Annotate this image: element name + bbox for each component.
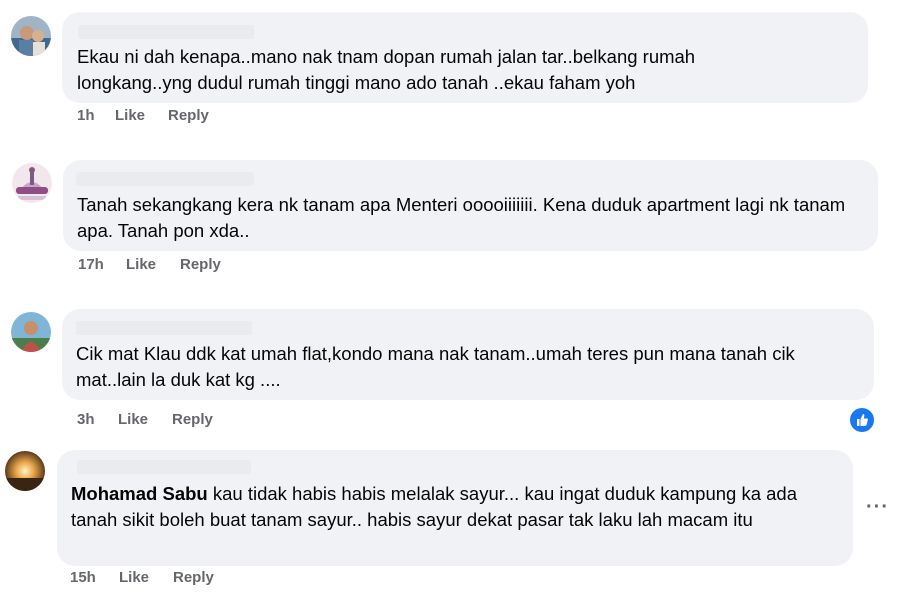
like-button[interactable]: Like: [126, 256, 180, 273]
comment-bubble: Cik mat Klau ddk kat umah flat,kondo man…: [62, 309, 874, 400]
comment-text: Ekau ni dah kenapa..mano nak tnam dopan …: [77, 46, 696, 93]
comment-actions: 17h Like Reply: [78, 256, 221, 273]
like-button[interactable]: Like: [118, 411, 172, 428]
comment-text: Tanah sekangkang kera nk tanam apa Mente…: [77, 194, 846, 241]
author-name[interactable]: [77, 460, 251, 474]
reply-button[interactable]: Reply: [180, 256, 221, 273]
avatar[interactable]: [12, 163, 52, 203]
reply-button[interactable]: Reply: [168, 107, 209, 124]
comment-actions: 3h Like Reply: [77, 411, 213, 428]
author-name[interactable]: [76, 321, 252, 335]
comment-bubble: Mohamad Sabu kau tidak habis habis melal…: [57, 450, 853, 566]
author-name[interactable]: [76, 172, 254, 186]
reply-button[interactable]: Reply: [172, 411, 213, 428]
like-reaction-icon[interactable]: [848, 406, 876, 434]
comment-text: Mohamad Sabu kau tidak habis habis melal…: [71, 481, 831, 533]
like-button[interactable]: Like: [119, 569, 173, 586]
comment-bubble: Tanah sekangkang kera nk tanam apa Mente…: [63, 160, 878, 251]
comment-actions: 1h Like Reply: [77, 107, 209, 124]
comment-time[interactable]: 15h: [70, 569, 119, 586]
reply-button[interactable]: Reply: [173, 569, 214, 586]
avatar[interactable]: [5, 451, 45, 491]
comment-text: Cik mat Klau ddk kat umah flat,kondo man…: [76, 343, 795, 390]
comment-time[interactable]: 3h: [77, 411, 118, 428]
comment-time[interactable]: 17h: [78, 256, 126, 273]
author-name[interactable]: [78, 25, 254, 39]
more-options-icon[interactable]: ···: [866, 496, 889, 519]
avatar[interactable]: [11, 16, 51, 56]
mentioned-user[interactable]: Mohamad Sabu: [71, 483, 208, 504]
comment-time[interactable]: 1h: [77, 107, 115, 124]
comment-actions: 15h Like Reply: [70, 569, 214, 586]
comment-bubble: Ekau ni dah kenapa..mano nak tnam dopan …: [62, 12, 868, 103]
like-button[interactable]: Like: [115, 107, 168, 124]
avatar[interactable]: [11, 312, 51, 352]
